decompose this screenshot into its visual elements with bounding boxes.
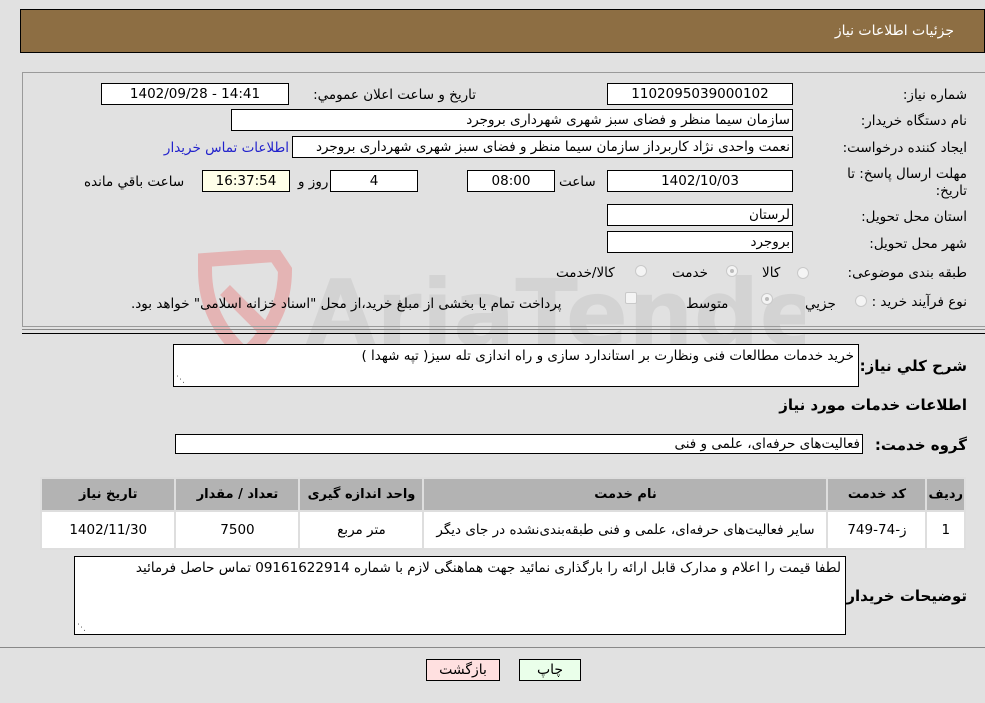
announce-datetime-label: تاریخ و ساعت اعلان عمومي: xyxy=(313,87,476,103)
city-label: شهر محل تحویل: xyxy=(869,236,967,252)
requester-label: ایجاد کننده درخواست: xyxy=(842,140,967,156)
cell-service-name: سایر فعالیت‌های حرفه‌ای، علمی و فنی طبقه… xyxy=(422,510,829,550)
description-label: شرح کلي نياز: xyxy=(859,357,967,375)
cell-quantity: 7500 xyxy=(174,510,301,550)
deadline-time-field: 08:00 xyxy=(467,170,555,192)
buyer-org-field: سازمان سیما منظر و فضای سبز شهری شهرداری… xyxy=(231,109,793,131)
days-label: روز و xyxy=(298,174,329,190)
description-textarea[interactable]: خرید خدمات مطالعات فنی ونظارت بر استاندا… xyxy=(173,344,859,387)
treasury-checkbox[interactable] xyxy=(625,292,637,304)
col-header-row-number: ردیف xyxy=(925,477,966,512)
need-number-label: شماره نیاز: xyxy=(902,87,967,103)
deadline-date-field: 1402/10/03 xyxy=(607,170,793,192)
treasury-note: پرداخت تمام یا بخشی از مبلغ خرید،از محل … xyxy=(131,296,562,312)
table-row: 1 ز-74-749 سایر فعالیت‌های حرفه‌ای، علمی… xyxy=(39,510,966,550)
category-option-service: خدمت xyxy=(672,265,708,281)
cell-service-code: ز-74-749 xyxy=(826,510,928,550)
print-button[interactable]: چاپ xyxy=(519,659,581,681)
category-radio-service[interactable] xyxy=(726,265,738,277)
table-header-row: ردیف کد خدمت نام خدمت واحد اندازه گیری ت… xyxy=(39,477,966,512)
page-header: جزئیات اطلاعات نیاز xyxy=(20,9,985,53)
cell-unit: متر مربع xyxy=(298,510,425,550)
requester-field: نعمت واحدی نژاد کاربرداز سازمان سیما منظ… xyxy=(292,136,793,158)
back-button[interactable]: بازگشت xyxy=(426,659,500,681)
category-radio-goods-service[interactable] xyxy=(635,265,647,277)
divider xyxy=(22,333,985,334)
category-option-goods: کالا xyxy=(762,265,781,281)
remaining-time-field: 16:37:54 xyxy=(202,170,290,192)
purchase-type-label: نوع فرآیند خرید : xyxy=(871,294,967,310)
category-option-goods-service: کالا/خدمت xyxy=(556,265,615,281)
purchase-radio-minor[interactable] xyxy=(855,295,867,307)
buyer-contact-link[interactable]: اطلاعات تماس خریدار xyxy=(164,140,289,156)
cell-need-date: 1402/11/30 xyxy=(39,510,177,550)
cell-row-number: 1 xyxy=(925,510,966,550)
buyer-notes-textarea[interactable]: لطفا قیمت را اعلام و مدارک قابل ارائه را… xyxy=(74,556,846,635)
buyer-notes-text: لطفا قیمت را اعلام و مدارک قابل ارائه را… xyxy=(135,560,841,576)
services-table: ردیف کد خدمت نام خدمت واحد اندازه گیری ت… xyxy=(39,477,966,550)
divider xyxy=(0,647,985,648)
col-header-service-name: نام خدمت xyxy=(422,477,829,512)
category-label: طبقه بندی موضوعی: xyxy=(847,265,967,281)
service-group-field: فعالیت‌های حرفه‌ای، علمی و فنی xyxy=(175,434,863,454)
resize-grip-icon[interactable]: ⋰ xyxy=(176,375,185,385)
purchase-option-minor: جزيي xyxy=(805,296,836,312)
col-header-service-code: کد خدمت xyxy=(826,477,928,512)
col-header-need-date: تاریخ نیاز xyxy=(39,477,177,512)
col-header-unit: واحد اندازه گیری xyxy=(298,477,425,512)
service-group-label: گروه خدمت: xyxy=(874,436,967,454)
col-header-quantity: تعداد / مقدار xyxy=(174,477,301,512)
need-number-field: 1102095039000102 xyxy=(607,83,793,105)
services-section-title: اطلاعات خدمات مورد نياز xyxy=(779,396,967,414)
description-text: خرید خدمات مطالعات فنی ونظارت بر استاندا… xyxy=(361,348,855,364)
deadline-time-label: ساعت xyxy=(559,174,596,190)
remaining-time-label: ساعت باقي مانده xyxy=(84,174,185,190)
days-remaining-field: 4 xyxy=(330,170,418,192)
purchase-radio-medium[interactable] xyxy=(761,293,773,305)
divider xyxy=(22,329,985,330)
city-field: بروجرد xyxy=(607,231,793,253)
buyer-org-label: نام دستگاه خريدار: xyxy=(860,113,967,129)
page-title: جزئیات اطلاعات نیاز xyxy=(834,23,954,39)
province-field: لرستان xyxy=(607,204,793,226)
resize-grip-icon[interactable]: ⋰ xyxy=(77,623,86,633)
province-label: استان محل تحویل: xyxy=(861,209,967,225)
announce-datetime-field: 1402/09/28 - 14:41 xyxy=(101,83,289,105)
purchase-option-medium: متوسط xyxy=(686,296,729,312)
deadline-label: مهلت ارسال پاسخ: تا تاریخ: xyxy=(847,166,967,199)
buyer-notes-label: توضیحات خریدار: xyxy=(840,587,967,605)
category-radio-goods[interactable] xyxy=(797,267,809,279)
